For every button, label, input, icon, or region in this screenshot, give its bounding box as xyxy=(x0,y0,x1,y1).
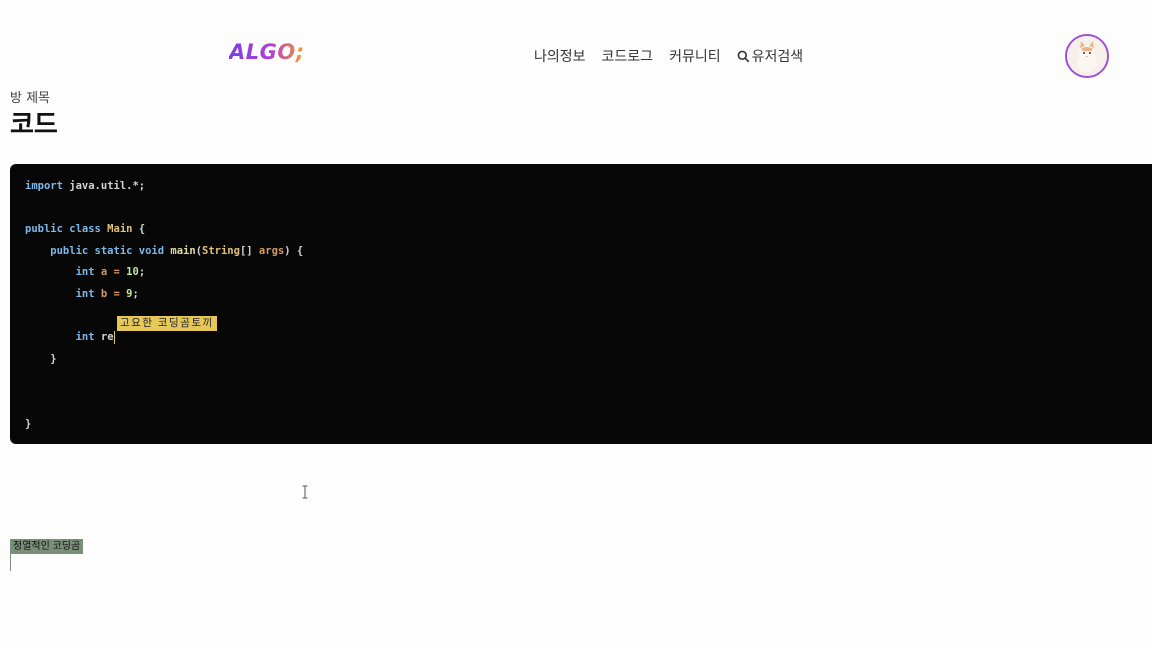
code-token: } xyxy=(25,418,32,430)
remote-user-tag: 고요한 코딩곰토끼 xyxy=(117,316,217,331)
code-token: { xyxy=(132,223,146,235)
code-token: b = xyxy=(94,288,127,300)
nav-code-log[interactable]: 코드로그 xyxy=(602,46,654,66)
code-token: int xyxy=(25,266,95,278)
avatar[interactable] xyxy=(1065,34,1109,78)
code-token: ; xyxy=(132,288,139,300)
code-token: ; xyxy=(138,266,146,278)
main-nav: 나의정보 코드로그 커뮤니티 유저검색 xyxy=(534,46,803,66)
code-line-12: } xyxy=(25,416,31,432)
code-token: java.util.*; xyxy=(62,180,146,192)
text-cursor-icon xyxy=(302,485,308,499)
nav-user-search[interactable]: 유저검색 xyxy=(737,46,804,66)
code-token: String xyxy=(202,245,240,257)
code-token: import xyxy=(25,180,63,192)
search-icon xyxy=(737,50,749,62)
code-token: re xyxy=(94,331,114,343)
nav-my-info[interactable]: 나의정보 xyxy=(534,46,586,66)
nav-user-search-label: 유저검색 xyxy=(751,49,804,65)
code-token: main xyxy=(164,245,196,257)
code-token: a = xyxy=(94,266,127,278)
code-token: } xyxy=(25,353,57,365)
code-token: int xyxy=(25,288,95,300)
code-line-9: } xyxy=(25,351,57,367)
top-header: ALGO; 나의정보 코드로그 커뮤니티 유저검색 xyxy=(0,0,1152,110)
code-token: int xyxy=(25,331,95,343)
code-line-6: int b = 9; xyxy=(25,286,139,302)
code-token: public static void xyxy=(25,245,165,257)
nav-community[interactable]: 커뮤니티 xyxy=(669,46,721,66)
code-line-5: int a = 10; xyxy=(25,264,146,280)
code-token: args xyxy=(258,245,285,257)
code-editor[interactable]: import java.util.*; public class Main { … xyxy=(10,164,1152,444)
code-line-1: import java.util.*; xyxy=(25,178,145,194)
page-title: 코드 xyxy=(10,110,58,140)
code-token: Main xyxy=(100,223,133,235)
algo-logo[interactable]: ALGO; xyxy=(229,40,305,64)
code-line-8: int re xyxy=(25,329,115,345)
code-token: ) { xyxy=(284,245,304,257)
code-token: public class xyxy=(25,223,101,235)
code-token: [] xyxy=(239,245,259,257)
cat-avatar-icon xyxy=(1067,36,1107,76)
code-line-4: public static void main(String[] args) { xyxy=(25,243,303,259)
chat-user-tag: 정열적인 코딩곰 xyxy=(10,539,84,554)
chat-input-cursor[interactable] xyxy=(10,554,11,571)
remote-cursor xyxy=(113,330,115,344)
code-line-3: public class Main { xyxy=(25,221,145,237)
code-token: 10 xyxy=(126,266,139,278)
